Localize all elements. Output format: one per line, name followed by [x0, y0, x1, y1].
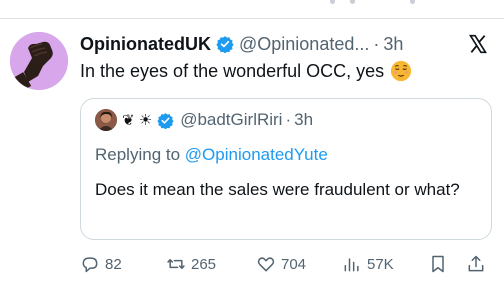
raised-fist-avatar-image: [10, 32, 68, 90]
bookmark-icon: [432, 255, 444, 273]
like-count: 704: [281, 255, 307, 273]
display-name-emojis: ❦ ☀: [122, 112, 153, 129]
heart-icon: [257, 257, 275, 272]
share-button[interactable]: [466, 252, 486, 276]
separator-dot: ·: [285, 110, 292, 129]
partial-icon: [330, 0, 335, 4]
author-avatar[interactable]: [10, 32, 68, 90]
reply-icon: [82, 257, 98, 273]
replying-to-label: Replying to: [95, 145, 181, 164]
reply-button[interactable]: 82: [80, 252, 122, 276]
author-name[interactable]: OpinionatedUK: [80, 34, 211, 55]
replying-to-line: Replying to @OpinionatedYute: [95, 145, 328, 165]
author-handle[interactable]: @Opinionated...: [239, 34, 369, 55]
tweet-action-bar: 82 265 704 57K: [80, 252, 500, 276]
x-logo-icon[interactable]: [468, 34, 488, 54]
tweet-text: In the eyes of the wonderful OCC, yes: [80, 60, 412, 82]
relieved-face-emoji-icon: [390, 60, 412, 82]
views-button[interactable]: 57K: [342, 252, 394, 276]
quoted-author-avatar[interactable]: [95, 109, 117, 131]
repost-icon: [167, 259, 185, 269]
bookmark-button[interactable]: [428, 252, 448, 276]
tweet-timestamp[interactable]: 3h: [383, 34, 403, 55]
like-button[interactable]: 704: [256, 252, 306, 276]
previous-tweet-edge: [0, 0, 504, 19]
quoted-tweet-timestamp[interactable]: 3h: [294, 110, 313, 130]
quoted-tweet-text: Does it mean the sales were fraudulent o…: [95, 180, 460, 199]
views-chart-icon: [344, 258, 359, 272]
quoted-author-handle[interactable]: @badtGirlRiri: [180, 110, 282, 130]
verified-badge-icon: [216, 35, 234, 54]
separator-dot: ·: [373, 33, 380, 54]
tweet-body: In the eyes of the wonderful OCC, yes: [80, 60, 385, 81]
reply-count: 82: [105, 255, 122, 273]
repost-button[interactable]: 265: [166, 252, 216, 276]
verified-badge-icon: [157, 112, 174, 129]
view-count: 57K: [367, 255, 394, 273]
share-icon: [468, 255, 484, 272]
partial-icon: [350, 0, 355, 4]
tweet-header: OpinionatedUK @Opinionated... · 3h: [80, 32, 403, 56]
quoted-tweet-card[interactable]: ❦ ☀ @badtGirlRiri · 3h Replying to @Opin…: [80, 98, 492, 240]
quoted-tweet-header: ❦ ☀ @badtGirlRiri · 3h: [95, 109, 313, 131]
replying-to-mention-link[interactable]: @OpinionatedYute: [185, 145, 328, 164]
repost-count: 265: [191, 255, 217, 273]
partial-icon: [410, 0, 415, 4]
